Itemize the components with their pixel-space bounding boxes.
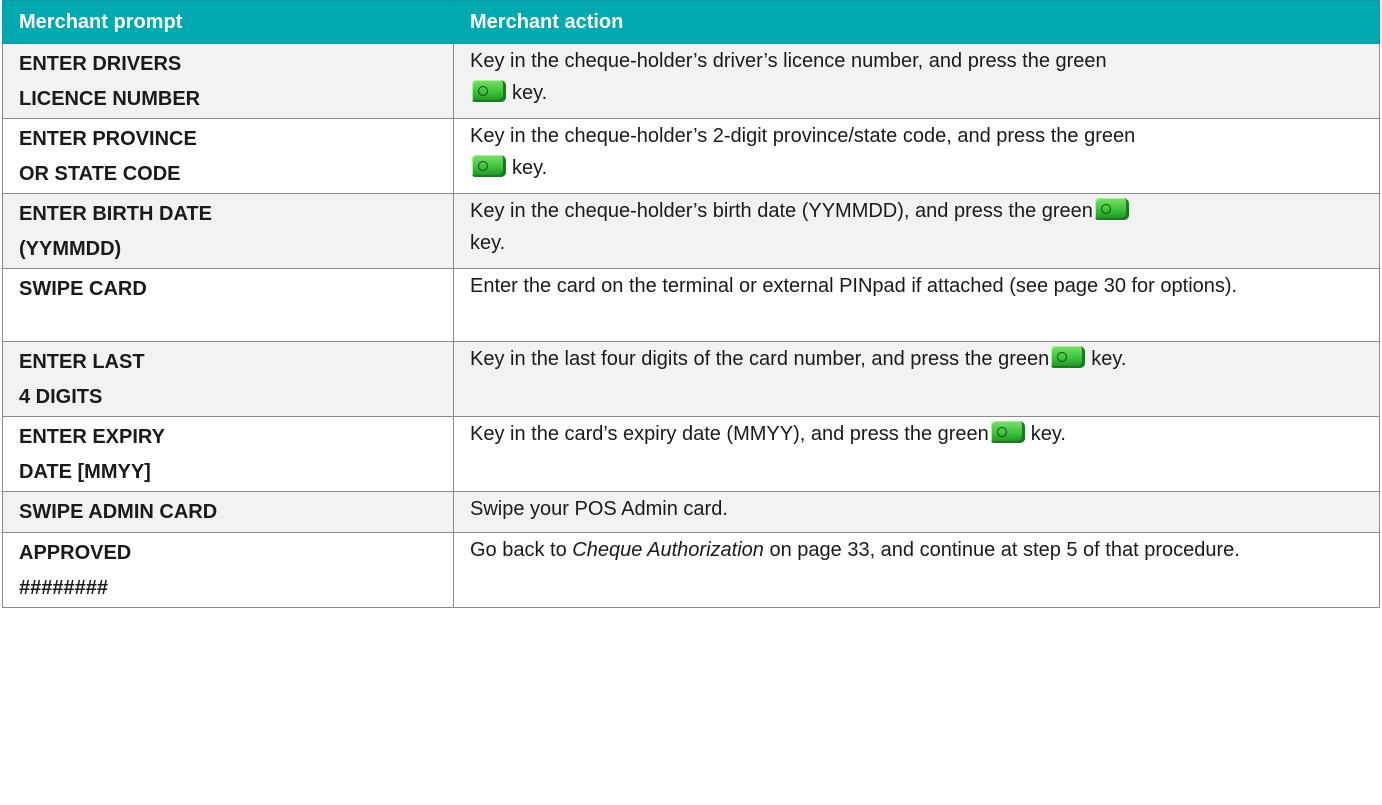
action-text: key. bbox=[1091, 348, 1127, 370]
action-text: Key in the card’s expiry date (MMYY), an… bbox=[470, 423, 989, 445]
prompt-text: 4 DIGITS bbox=[19, 386, 103, 408]
green-enter-key-icon bbox=[472, 80, 506, 102]
prompt-cell: ENTER LAST 4 DIGITS bbox=[2, 341, 454, 417]
header-merchant-action: Merchant action bbox=[453, 0, 1380, 44]
cheque-authorization-reference: Cheque Authorization bbox=[572, 539, 764, 561]
prompt-text: LICENCE NUMBER bbox=[19, 88, 201, 110]
prompt-cell: ENTER DRIVERS LICENCE NUMBER bbox=[2, 43, 454, 119]
action-text: key. bbox=[1030, 423, 1066, 445]
table-row: SWIPE CARD Enter the card on the termina… bbox=[2, 268, 1380, 342]
action-text: Enter the card on the terminal or extern… bbox=[470, 275, 1238, 297]
action-text: key. bbox=[470, 232, 506, 254]
prompt-text: ENTER LAST bbox=[19, 351, 145, 373]
action-cell: Key in the last four digits of the card … bbox=[453, 341, 1380, 417]
action-cell: Go back to Cheque Authorization on page … bbox=[453, 532, 1380, 608]
prompt-text: SWIPE CARD bbox=[19, 278, 147, 300]
table-row: ENTER PROVINCE OR STATE CODE Key in the … bbox=[2, 118, 1380, 194]
table-row: APPROVED ######## Go back to Cheque Auth… bbox=[2, 532, 1380, 608]
prompt-text: ENTER BIRTH DATE bbox=[19, 203, 212, 225]
merchant-prompts-table: Merchant prompt Merchant action ENTER DR… bbox=[2, 0, 1380, 608]
prompt-cell: ENTER PROVINCE OR STATE CODE bbox=[2, 118, 454, 194]
prompt-text: DATE [MMYY] bbox=[19, 461, 151, 483]
green-enter-key-icon bbox=[990, 421, 1025, 443]
table-row: ENTER DRIVERS LICENCE NUMBER Key in the … bbox=[2, 43, 1380, 119]
action-cell: Swipe your POS Admin card. bbox=[453, 491, 1380, 533]
prompt-text: APPROVED bbox=[19, 542, 132, 564]
action-text: key. bbox=[512, 82, 548, 104]
action-cell: Enter the card on the terminal or extern… bbox=[453, 268, 1380, 342]
green-enter-key-icon bbox=[1094, 198, 1129, 220]
green-enter-key-icon bbox=[1051, 346, 1086, 368]
action-text: Key in the cheque-holder’s 2-digit provi… bbox=[470, 125, 1136, 147]
prompt-text: ENTER DRIVERS bbox=[19, 53, 182, 75]
prompt-text: ENTER PROVINCE bbox=[19, 128, 197, 150]
table-header-row: Merchant prompt Merchant action bbox=[2, 0, 1380, 44]
action-text: Swipe your POS Admin card. bbox=[470, 498, 728, 520]
prompt-cell: ENTER BIRTH DATE (YYMMDD) bbox=[2, 193, 454, 269]
table-row: SWIPE ADMIN CARD Swipe your POS Admin ca… bbox=[2, 491, 1380, 533]
prompt-text: ######## bbox=[19, 577, 108, 599]
action-cell: Key in the cheque-holder’s 2-digit provi… bbox=[453, 118, 1380, 194]
prompt-text: (YYMMDD) bbox=[19, 238, 122, 260]
table-row: ENTER BIRTH DATE (YYMMDD) Key in the che… bbox=[2, 193, 1380, 269]
header-merchant-prompt: Merchant prompt bbox=[2, 0, 454, 44]
prompt-text: SWIPE ADMIN CARD bbox=[19, 501, 218, 523]
action-cell: Key in the card’s expiry date (MMYY), an… bbox=[453, 416, 1380, 492]
table-row: ENTER EXPIRY DATE [MMYY] Key in the card… bbox=[2, 416, 1380, 492]
action-text: Go back to bbox=[470, 539, 567, 561]
green-enter-key-icon bbox=[472, 155, 506, 177]
prompt-cell: APPROVED ######## bbox=[2, 532, 454, 608]
table-row: ENTER LAST 4 DIGITS Key in the last four… bbox=[2, 341, 1380, 417]
action-text: Key in the cheque-holder’s birth date (Y… bbox=[470, 200, 1093, 222]
action-text: Key in the last four digits of the card … bbox=[470, 348, 1050, 370]
action-text: Key in the cheque-holder’s driver’s lice… bbox=[470, 50, 1107, 72]
prompt-cell: ENTER EXPIRY DATE [MMYY] bbox=[2, 416, 454, 492]
prompt-cell: SWIPE ADMIN CARD bbox=[2, 491, 454, 533]
prompt-cell: SWIPE CARD bbox=[2, 268, 454, 342]
action-cell: Key in the cheque-holder’s driver’s lice… bbox=[453, 43, 1380, 119]
action-cell: Key in the cheque-holder’s birth date (Y… bbox=[453, 193, 1380, 269]
prompt-text: ENTER EXPIRY bbox=[19, 426, 165, 448]
prompt-text: OR STATE CODE bbox=[19, 163, 181, 185]
action-text: on page 33, and continue at step 5 of th… bbox=[769, 539, 1240, 561]
action-text: key. bbox=[512, 157, 548, 179]
